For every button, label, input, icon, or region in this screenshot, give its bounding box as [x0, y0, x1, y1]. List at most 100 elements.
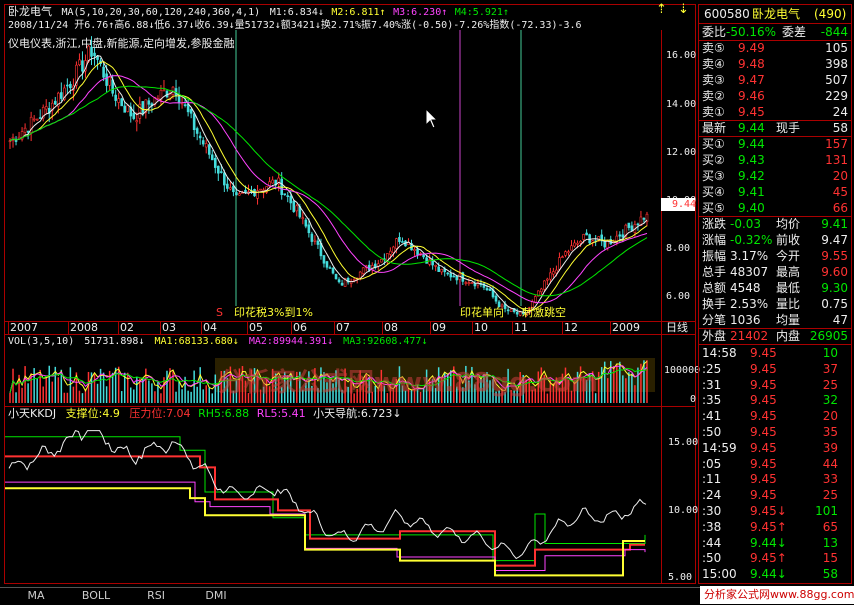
candle-body — [630, 225, 634, 231]
tick-time: :50 — [702, 425, 722, 439]
tick-volume: 101 — [815, 504, 838, 518]
scroll-up-icon[interactable]: ⇡ — [656, 3, 667, 17]
quote-name: 卧龙电气 — [752, 7, 801, 21]
stat-label: 总手 — [702, 265, 727, 279]
date-label: 2007 — [10, 321, 38, 334]
tab-ma[interactable]: MA — [8, 588, 64, 604]
candle-body — [78, 59, 81, 66]
tick-volume: 33 — [822, 472, 838, 487]
candle-body — [213, 157, 217, 168]
tab-dmi[interactable]: DMI — [188, 588, 244, 604]
ask-volume: 507 — [825, 73, 848, 87]
candle-body — [217, 165, 220, 174]
ma-m4: M4:5.921↑ — [454, 7, 509, 18]
ask-volume: 229 — [825, 89, 848, 103]
candle-body — [23, 127, 27, 133]
date-label: 07 — [336, 321, 350, 334]
tick-volume: 35 — [822, 425, 838, 439]
ma-line — [9, 85, 648, 297]
tick-time: :35 — [702, 393, 722, 408]
ask-label: 卖① — [702, 105, 725, 119]
kdj-rl5: RL5:5.41 — [256, 407, 306, 420]
price-chart[interactable] — [5, 30, 661, 321]
tick-time: 14:59 — [702, 440, 737, 455]
candle-body — [328, 267, 332, 269]
candle-body — [470, 282, 474, 285]
weibi-value: -50.16% — [726, 25, 777, 39]
stat-row: 振幅 3.17% 今开 9.55 — [700, 248, 850, 264]
outer-inner-row: 外盘 21402 内盘 26905 — [700, 328, 850, 344]
vol-value: 51731.898↓ — [84, 336, 145, 347]
annotation-stamp-tax: 印花税3%到1% — [234, 306, 313, 319]
ask-volume: 24 — [832, 105, 848, 119]
weicha-label: 委差 — [782, 25, 807, 39]
stat-label: 涨跌 — [702, 217, 727, 231]
candle-body — [642, 217, 646, 220]
stat-value: -0.32% — [730, 233, 773, 247]
candle-body — [570, 245, 573, 251]
tab-rsi[interactable]: RSI — [128, 588, 184, 604]
vol-tick-100000: 100000 — [664, 365, 701, 376]
date-label: 2009 — [612, 321, 640, 334]
tick-volume: 44 — [822, 456, 838, 471]
candle-body — [93, 52, 96, 57]
kdj-chart[interactable] — [5, 422, 661, 584]
candle-body — [126, 105, 130, 112]
bid-row: 买⑤ 9.40 66 — [700, 200, 850, 216]
candle-body — [494, 295, 498, 302]
candle-body — [322, 255, 326, 264]
ask-label: 卖③ — [702, 73, 725, 87]
tick-price: 9.45 — [750, 377, 777, 392]
bid-row: 买① 9.44 157 — [700, 136, 850, 152]
bid-label: 买③ — [702, 169, 725, 183]
candle-body — [271, 179, 274, 184]
candle-body — [201, 140, 205, 145]
annotation-stimulus-gap: 刺激跳空 — [522, 306, 566, 319]
candle-body — [591, 240, 594, 243]
tick-row: 14:58 9.45 10 — [700, 345, 850, 361]
candle-body — [546, 278, 549, 281]
stat-row: 总额 4548 最低 9.30 — [700, 280, 850, 296]
period-label[interactable]: 日线 — [666, 321, 688, 335]
tick-row: :50 9.45 35 — [700, 424, 850, 440]
tab-boll[interactable]: BOLL — [68, 588, 124, 604]
candle-body — [210, 154, 214, 161]
candle-body — [207, 144, 211, 155]
chart-header: 卧龙电气 MA(5,10,20,30,60,120,240,360,4,1) M… — [8, 5, 509, 20]
candle-body — [283, 193, 287, 196]
tick-row: :05 9.45 44 — [700, 456, 850, 472]
candle-body — [69, 83, 72, 89]
tick-price: 9.45 — [750, 393, 777, 408]
ma-line — [9, 75, 648, 304]
tick-time: :11 — [702, 472, 722, 487]
candle-body — [53, 100, 57, 105]
candle-body — [567, 251, 570, 254]
kdj-tick-10: 10.00 — [668, 505, 699, 516]
candle-body — [105, 73, 108, 86]
tick-row: :41 9.45 20 — [700, 408, 850, 424]
stat-value: 9.47 — [821, 233, 848, 247]
tick-row: 14:59 9.45 39 — [700, 440, 850, 456]
hand-value: 58 — [832, 121, 848, 135]
tick-row: 15:00 9.44↓ 58 — [700, 566, 850, 582]
candle-body — [352, 279, 356, 281]
tick-volume: 15 — [822, 551, 838, 566]
candle-body — [428, 259, 431, 265]
candle-body — [533, 296, 537, 303]
date-tick — [512, 321, 513, 334]
kdj-support: 支撑位:4.9 — [65, 407, 120, 420]
tick-volume: 13 — [822, 535, 838, 550]
stat-row: 涨幅 -0.32% 前收 9.47 — [700, 232, 850, 248]
bid-price: 9.44 — [738, 137, 765, 151]
candle-body — [310, 233, 314, 242]
scroll-down-icon[interactable]: ⇣ — [678, 3, 689, 17]
stat-value: 9.60 — [821, 265, 848, 279]
stat-label: 前收 — [776, 233, 801, 247]
tick-time: :24 — [702, 488, 722, 503]
price-y-tick: 14.00 — [666, 98, 697, 110]
candle-body — [183, 104, 187, 106]
candle-body — [304, 219, 308, 227]
date-label: 2008 — [70, 321, 98, 334]
candle-body — [295, 205, 299, 212]
bid-price: 9.43 — [738, 153, 765, 167]
